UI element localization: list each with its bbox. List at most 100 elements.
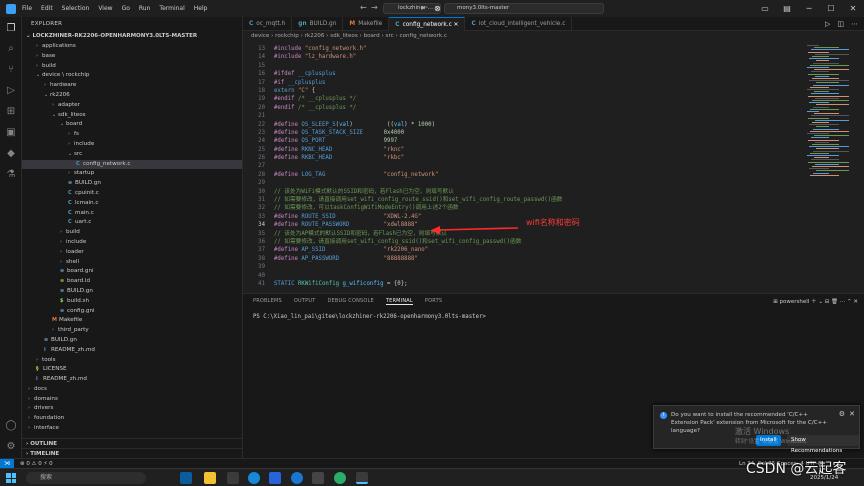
code-line[interactable]: 20 #endif /* __cplusplus */	[243, 104, 803, 112]
file-item[interactable]: i README_zh.md	[22, 346, 242, 356]
layout-icon[interactable]: ▭	[754, 0, 776, 17]
terminal-app-icon[interactable]	[312, 472, 324, 484]
layout-panel-icon[interactable]: ▤	[776, 0, 798, 17]
folder-item[interactable]: › loader	[22, 248, 242, 258]
back-arrow-icon[interactable]: ←	[360, 3, 367, 12]
outline-section[interactable]: › OUTLINE	[22, 438, 242, 448]
file-item[interactable]: ≡ BUILD.gn	[22, 336, 242, 346]
tab-close-icon[interactable]: ✕	[452, 22, 459, 28]
folder-item[interactable]: › include	[22, 238, 242, 248]
code-line[interactable]: 33 #define ROUTE_SSID "XDWL-2.4G"	[243, 213, 803, 221]
folder-item[interactable]: › docs	[22, 385, 242, 395]
breadcrumb-item[interactable]: src	[386, 33, 394, 39]
breadcrumb-item[interactable]: rk2206	[305, 33, 325, 39]
breadcrumb-item[interactable]: rockchip	[275, 33, 299, 39]
run-debug-icon[interactable]: ▷	[5, 85, 17, 97]
file-item[interactable]: i README_zh.md	[22, 375, 242, 385]
close-icon[interactable]: ✕	[842, 0, 864, 17]
code-editor[interactable]: 13 #include "config_network.h" 14 #include …	[243, 41, 803, 293]
code-line[interactable]: 22 #define OS_SLEEP_S(val) ((val) * 1000)	[243, 121, 803, 129]
folder-item[interactable]: › hardware	[22, 81, 242, 91]
menu-item-file[interactable]: File	[22, 5, 32, 12]
menu-item-help[interactable]: Help	[194, 5, 208, 12]
forward-arrow-icon[interactable]: →	[371, 3, 378, 12]
code-line[interactable]: 19 #endif /* __cplusplus */	[243, 95, 803, 103]
code-line[interactable]: 26 #define RKBC_HEAD "rkbc"	[243, 154, 803, 162]
code-line[interactable]: 41 STATIC RKWifiConfig g_wificonfig = {0}…	[243, 280, 803, 288]
folder-item[interactable]: › shell	[22, 258, 242, 268]
code-line[interactable]: 28 #define LOG_TAG "config_network"	[243, 171, 803, 179]
split-editor-icon[interactable]: ◫	[837, 17, 844, 31]
workspace-root[interactable]: ⌄ LOCKZHINER-RK2206-OPENHARMONY3.0LTS-MA…	[22, 31, 242, 42]
file-item[interactable]: § LICENSE	[22, 365, 242, 375]
app-icon-1[interactable]	[248, 472, 260, 484]
store-icon[interactable]	[227, 472, 239, 484]
code-line[interactable]: 16 #ifdef __cplusplus	[243, 70, 803, 78]
notification-gear-icon[interactable]: ⚙	[839, 410, 845, 418]
code-line[interactable]: 37 #define AP_SSID "rk2206_nano"	[243, 246, 803, 254]
tab-oc-mqtt-h[interactable]: Coc_mqtt.h	[243, 17, 293, 31]
folder-item[interactable]: ⌄ src	[22, 150, 242, 160]
folder-item[interactable]: › domains	[22, 395, 242, 405]
code-line[interactable]: 24 #define OS_PORT 9997	[243, 137, 803, 145]
folder-item[interactable]: › adapter	[22, 101, 242, 111]
menu-item-terminal[interactable]: Terminal	[159, 5, 184, 12]
timeline-section[interactable]: › TIMELINE	[22, 448, 242, 458]
code-line[interactable]: 40	[243, 272, 803, 280]
code-line[interactable]: 21	[243, 112, 803, 120]
minimap[interactable]	[803, 41, 864, 293]
command-center-left[interactable]: lockzhiner-...	[383, 3, 441, 14]
breadcrumb-item[interactable]: board	[364, 33, 380, 39]
file-item[interactable]: $ build.sh	[22, 297, 242, 307]
menu-item-edit[interactable]: Edit	[41, 5, 53, 12]
notification-close-icon[interactable]: ✕	[849, 410, 855, 418]
minimize-icon[interactable]: ─	[798, 0, 820, 17]
code-line[interactable]: 31 // 如需要修改，请直接调用set_wifi_config_route_ss…	[243, 196, 803, 204]
terminal-shell-selector[interactable]: ⊞ powershell ＋ ⌄ ⊟ 🗑 ⋯ ⌃ ✕	[773, 297, 858, 305]
folder-item[interactable]: › build	[22, 62, 242, 72]
code-line[interactable]: 39	[243, 263, 803, 271]
folder-item[interactable]: › drivers	[22, 404, 242, 414]
app-icon-2[interactable]	[269, 472, 281, 484]
terminal-prompt[interactable]: PS C:\Xiao_lin_pai\gitee\lockzhiner-rk22…	[253, 314, 486, 320]
folder-item[interactable]: › include	[22, 140, 242, 150]
more-actions-icon[interactable]: ⋯	[851, 17, 858, 31]
tab-build-gn[interactable]: gn BUILD.gn	[292, 17, 344, 31]
tab-iot-cloud-intelligent-vehicle-c[interactable]: Ciot_cloud_intelligent_vehicle.c	[465, 17, 573, 31]
explorer-icon[interactable]: ❐	[5, 23, 17, 35]
code-line[interactable]: 35 // 该处为AP模式的默认SSID和密码，若Flash已为空，则填写默认	[243, 230, 803, 238]
file-item[interactable]: Cconfig_network.c	[22, 159, 242, 170]
code-line[interactable]: 17 #if __cplusplus	[243, 79, 803, 87]
menu-item-go[interactable]: Go	[122, 5, 130, 12]
testing-icon[interactable]: ⚗	[5, 169, 17, 181]
code-line[interactable]: 25 #define RKNC_HEAD "rknc"	[243, 146, 803, 154]
file-item[interactable]: ≡ BUILD.gn	[22, 179, 242, 189]
file-item[interactable]: ≡ config.gni	[22, 307, 242, 317]
menu-item-selection[interactable]: Selection	[62, 5, 90, 12]
folder-item[interactable]: ⌄ sdk_liteos	[22, 111, 242, 121]
remote-explorer-icon[interactable]: ▣	[5, 127, 17, 139]
breadcrumb-item[interactable]: device	[251, 33, 269, 39]
code-line[interactable]: 14 #include "lz_hardware.h"	[243, 53, 803, 61]
file-item[interactable]: ≡ board.gni	[22, 267, 242, 277]
folder-item[interactable]: › startup	[22, 169, 242, 179]
manage-gear-icon[interactable]: ⚙	[5, 441, 17, 453]
close-circle-icon[interactable]: ⊗	[434, 4, 441, 13]
wechat-icon[interactable]	[334, 472, 346, 484]
vscode-taskbar-icon[interactable]	[356, 472, 368, 484]
code-line[interactable]: 15	[243, 62, 803, 70]
folder-item[interactable]: › tools	[22, 356, 242, 366]
folder-item[interactable]: › build	[22, 228, 242, 238]
docker-icon[interactable]: ◆	[5, 148, 17, 160]
panel-tab-output[interactable]: OUTPUT	[294, 298, 316, 304]
folder-item[interactable]: › base	[22, 52, 242, 62]
file-item[interactable]: Ccpuinit.c	[22, 189, 242, 199]
tab-makefile[interactable]: M Makefile	[343, 17, 390, 31]
folder-item[interactable]: › fs	[22, 130, 242, 140]
source-control-icon[interactable]: ⑂	[5, 64, 17, 76]
edge-icon[interactable]	[180, 472, 192, 484]
folder-item[interactable]: › foundation	[22, 414, 242, 424]
folder-item[interactable]: › applications	[22, 42, 242, 52]
code-line[interactable]: 34 #define ROUTE_PASSWORD "xdwl8888"	[243, 221, 803, 229]
file-item[interactable]: ≡ board.ld	[22, 277, 242, 287]
